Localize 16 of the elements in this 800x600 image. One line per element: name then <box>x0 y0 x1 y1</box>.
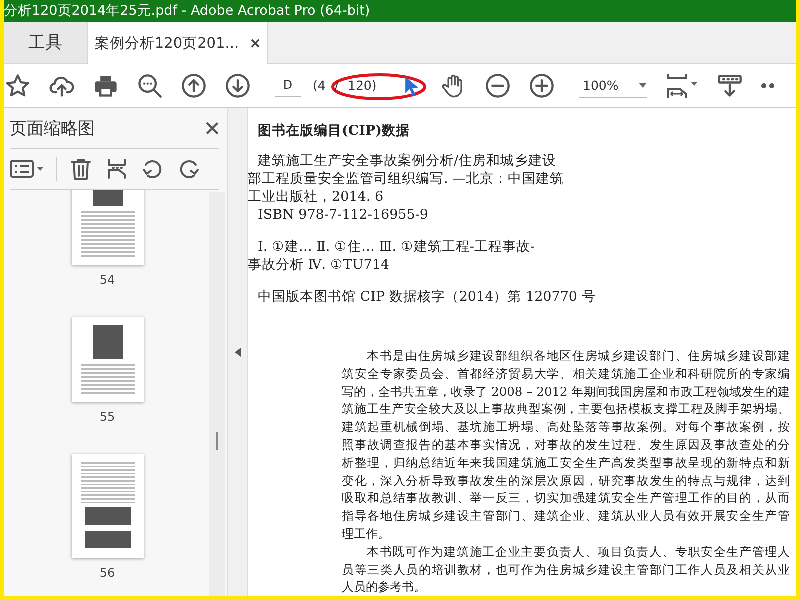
zoom-dropdown[interactable]: 100% <box>579 74 647 98</box>
page-number: 54 <box>100 273 116 287</box>
catalog-text: ISBN 978-7-112-16955-9 <box>257 206 430 224</box>
page-number: 56 <box>100 566 116 580</box>
panel-title: 页面缩略图 <box>10 118 95 140</box>
paragraph: 本书既可作为建筑施工企业主要负责人、项目负责人、专职安全生产管理人 员等三类人员的培训教材，也可作为住房城乡建设主管部门工作人员及相关从业 人员的参考书。 <box>342 544 790 596</box>
catalog-text: 中国版本图书馆 CIP 数据核字（2014）第 120770 号 <box>257 288 597 306</box>
catalog-text: 建筑施工生产安全事故案例分析/住房和城乡建设 部工程质量安全监管司组织编写. —北京：中国建筑 工业出版社，2014. 6 <box>248 152 566 206</box>
catalog-text: Ⅰ. ①建… Ⅱ. ①住… Ⅲ. ①建筑工程-工程事故- 事故分析 Ⅳ. ①TU714 <box>248 238 536 274</box>
paragraph: 本书是由住房城乡建设部组织各地区住房城乡建设部门、住房城乡建设部建 筑安全专家委员会、首都经济贸易大学、相关建筑施工企业和科研院所的专家编 写的，全书共五章，收录了 2008 – 2012 年期间我国房屋和市政工程领域发生的建 筑施工生产安全较大及以上事故典型案例，主要包括模板支撑工程及脚手架坍塌、 建筑起重机械倒塌、基坑施工坍塌、高处坠落等事故案例。对每个事故案例，按 照事故调查报告的基本事实情况，对事故的发生过程、发生原因及事故查处的分 析整理，归纳总结近年来我国建筑施工安全生产高发类型事故呈现的新特点和新 变化，深入分析导致事故发生的深层次原因，研究事故发生的特点与规律，达到 吸取和总结事故教训、举一反三，切实加强建筑安全生产管理工作的目的，从而 指导各地住房城乡建设主管部门、建筑企业、建筑从业人员有效开展安全生产管 理工作。 <box>342 348 790 543</box>
window-title: 分析120页2014年25元.pdf - Adobe Acrobat Pro (64-bit) <box>4 2 372 21</box>
page-heading: 图书在版编目(CIP)数据 <box>258 122 411 140</box>
tab[interactable]: 案例分析120页201... <box>88 22 268 64</box>
page-number: 55 <box>100 410 116 424</box>
page-number-field[interactable]: D <box>275 74 301 97</box>
tab[interactable]: 工具 <box>4 22 88 63</box>
